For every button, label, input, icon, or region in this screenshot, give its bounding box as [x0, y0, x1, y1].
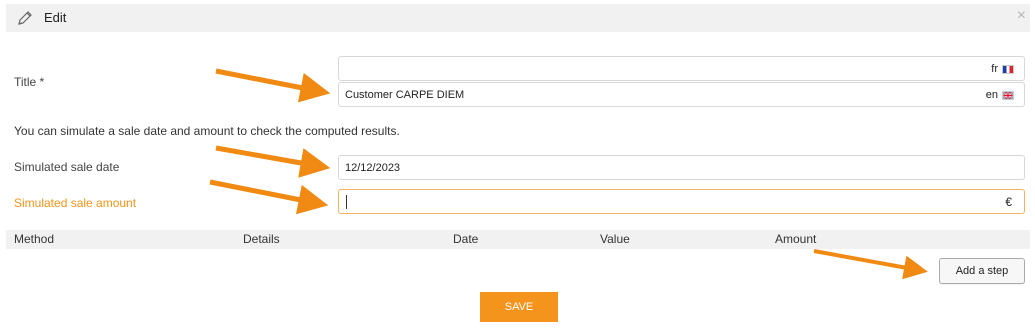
column-value: Value [600, 232, 630, 246]
dialog-title: Edit [44, 10, 67, 25]
lang-indicator-fr: fr [991, 63, 1014, 75]
arrow-to-sale-amount [209, 179, 329, 215]
dialog-header: Edit × [6, 4, 1030, 32]
lang-code-en: en [985, 89, 998, 101]
lang-indicator-en: en [986, 89, 1014, 101]
currency-symbol: € [1005, 195, 1012, 209]
flag-uk-icon [1002, 90, 1014, 100]
title-en-input[interactable]: Customer CARPE DIEM en [338, 82, 1025, 107]
text-cursor [346, 195, 347, 209]
arrow-to-title-en [215, 68, 331, 103]
title-en-value: Customer CARPE DIEM [345, 89, 465, 101]
pencil-icon [18, 11, 32, 25]
arrow-to-add-step [813, 249, 928, 280]
sale-amount-input[interactable]: € [338, 189, 1025, 214]
lang-code-fr: fr [991, 63, 998, 75]
column-amount: Amount [775, 232, 817, 246]
close-icon[interactable]: × [1017, 7, 1026, 25]
simulation-info-text: You can simulate a sale date and amount … [14, 124, 400, 138]
sale-date-input[interactable]: 12/12/2023 [338, 155, 1025, 180]
steps-table-header: Method Details Date Value Amount [6, 230, 1030, 249]
sale-date-label: Simulated sale date [14, 160, 120, 174]
column-method: Method [14, 232, 55, 246]
column-date: Date [453, 232, 479, 246]
add-step-button[interactable]: Add a step [939, 258, 1025, 284]
sale-date-value: 12/12/2023 [345, 162, 401, 174]
sale-amount-label: Simulated sale amount [14, 196, 137, 210]
arrow-to-sale-date [215, 145, 331, 178]
column-details: Details [243, 232, 280, 246]
title-label: Title * [14, 75, 45, 89]
save-button[interactable]: SAVE [480, 292, 558, 322]
flag-fr-icon [1002, 64, 1014, 74]
title-fr-input[interactable]: fr [338, 56, 1025, 81]
